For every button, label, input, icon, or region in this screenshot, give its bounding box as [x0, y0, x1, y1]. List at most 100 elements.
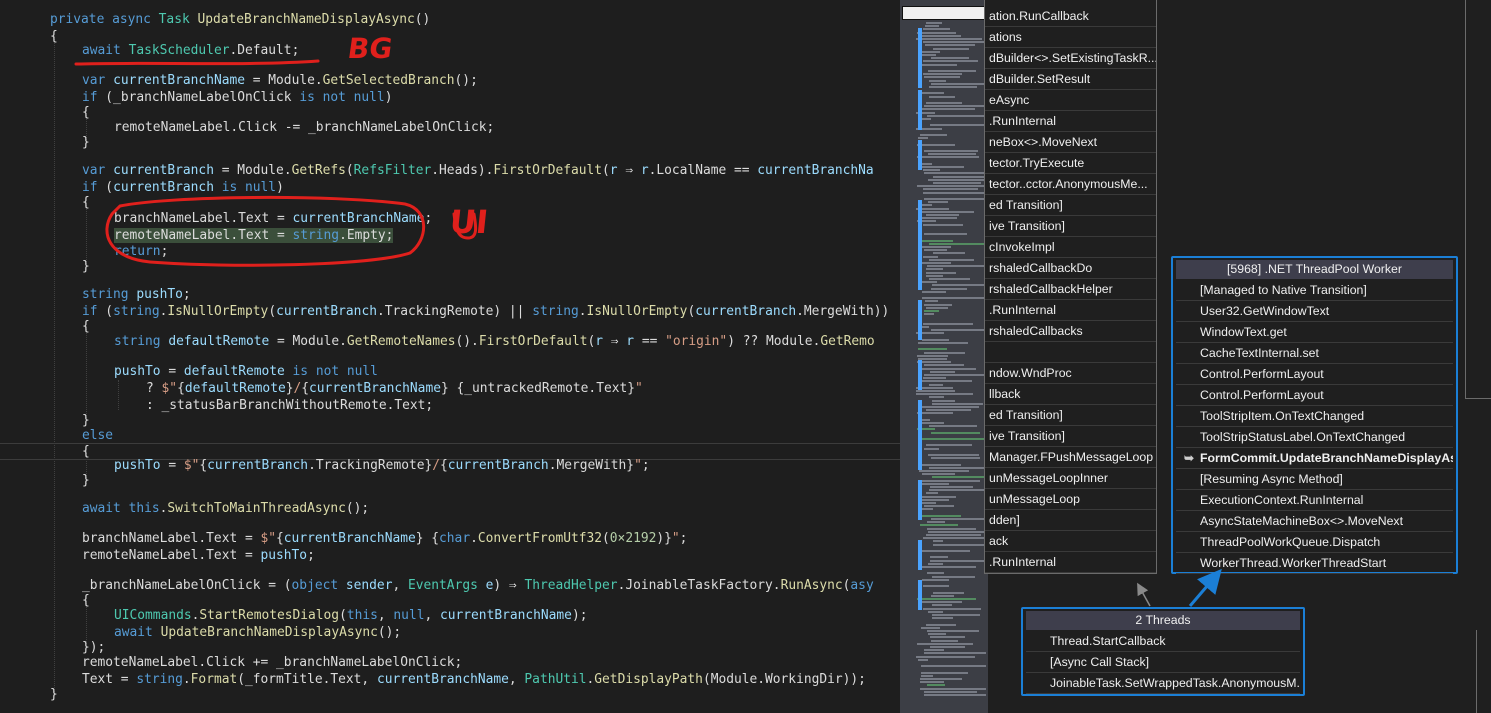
minimap-code-line — [921, 50, 940, 53]
minimap-code-line — [923, 169, 940, 172]
minimap-change-marker — [918, 580, 922, 610]
minimap-code-line — [926, 306, 948, 309]
minimap-code-line — [921, 550, 970, 552]
minimap-code-line — [927, 114, 986, 117]
minimap-code-line — [918, 495, 956, 498]
minimap-code-line — [922, 578, 949, 581]
minimap-code-line — [918, 498, 949, 501]
minimap-code-line — [920, 210, 974, 213]
minimap-code-line — [926, 102, 962, 104]
parallel-stacks-window[interactable]: ation.RunCallback ations dBuilder<>.SetExi… — [984, 0, 1491, 713]
minimap-code-line — [932, 402, 983, 405]
minimap-code-line — [927, 265, 984, 268]
ui-annotation: UI — [448, 203, 490, 241]
minimap-change-marker — [918, 200, 922, 290]
minimap-code-line — [926, 271, 956, 274]
minimap-code-line — [922, 281, 937, 284]
minimap-code-line — [928, 178, 985, 181]
minimap-code-line — [924, 652, 986, 655]
minimap-code-line — [921, 162, 932, 165]
minimap-code-line — [931, 457, 980, 460]
minimap-code-line — [921, 674, 933, 677]
minimap-code-line — [933, 591, 964, 594]
minimap-code-line — [933, 175, 986, 178]
minimap-code-line — [918, 601, 962, 604]
minimap-code-line — [920, 687, 986, 690]
minimap-code-line — [927, 630, 979, 632]
minimap-change-marker — [918, 90, 922, 130]
minimap-code-line — [925, 300, 938, 303]
minimap-code-line — [928, 454, 979, 456]
minimap-code-line — [921, 514, 961, 517]
minimap-code-line — [923, 223, 963, 226]
minimap-code-line — [931, 594, 954, 597]
minimap-code-line — [924, 150, 978, 152]
minimap-code-line — [928, 633, 946, 636]
minimap-code-line — [933, 543, 986, 546]
minimap-code-line — [921, 479, 980, 482]
minimap-code-line — [923, 537, 985, 540]
code-minimap[interactable] — [900, 0, 988, 713]
minimap-code-line — [926, 22, 942, 24]
minimap-code-line — [930, 636, 965, 639]
minimap-viewport[interactable] — [902, 6, 988, 20]
minimap-code-line — [918, 342, 968, 344]
minimap-change-marker — [918, 480, 922, 520]
minimap-code-line — [921, 665, 986, 668]
minimap-code-line — [929, 466, 986, 469]
minimap-code-line — [924, 364, 964, 367]
minimap-code-line — [923, 73, 962, 76]
minimap-code-line — [924, 76, 960, 79]
minimap-code-line — [919, 380, 972, 383]
minimap-code-line — [918, 108, 975, 111]
minimap-code-line — [929, 79, 946, 82]
code-editor[interactable]: private async Task UpdateBranchNameDispl… — [0, 0, 900, 713]
minimap-code-line — [931, 57, 969, 60]
minimap-code-line — [918, 658, 928, 661]
minimap-code-line — [928, 201, 948, 204]
minimap-code-line — [922, 262, 951, 264]
minimap-code-line — [929, 396, 944, 399]
minimap-code-line — [925, 44, 975, 47]
minimap-code-line — [924, 313, 934, 316]
minimap-code-line — [924, 374, 985, 376]
minimap-code-line — [923, 585, 949, 588]
minimap-code-line — [917, 642, 973, 645]
minimap-code-line — [929, 258, 974, 261]
minimap-code-line — [917, 185, 985, 188]
minimap-code-line — [917, 31, 956, 34]
minimap-code-line — [918, 34, 961, 37]
minimap-code-line — [922, 290, 946, 293]
minimap-code-line — [924, 233, 967, 236]
minimap-code-line — [926, 268, 943, 271]
minimap-code-line — [922, 297, 986, 300]
minimap-code-line — [923, 255, 938, 258]
minimap-code-line — [931, 287, 967, 290]
minimap-code-line — [930, 370, 955, 373]
minimap-code-line — [928, 610, 943, 613]
minimap-code-line — [917, 143, 955, 146]
minimap-code-line — [931, 82, 986, 85]
minimap-code-line — [918, 566, 976, 568]
minimap-code-line — [924, 351, 965, 354]
minimap-code-line — [930, 556, 948, 559]
minimap-code-line — [917, 412, 953, 415]
minimap-code-line — [931, 639, 958, 642]
minimap-code-line — [924, 649, 944, 652]
minimap-code-line — [931, 329, 986, 332]
minimap-code-line — [933, 540, 943, 543]
minimap-code-line — [928, 153, 976, 156]
minimap-code-line — [921, 438, 986, 440]
minimap-code-line — [927, 684, 945, 687]
minimap-change-marker — [918, 300, 922, 340]
minimap-code-line — [922, 367, 976, 370]
minimap-code-line — [930, 486, 973, 488]
minimap-code-line — [921, 463, 961, 466]
minimap-code-line — [932, 617, 953, 620]
minimap-code-line — [926, 274, 943, 277]
minimap-code-line — [930, 559, 986, 562]
minimap-code-line — [916, 655, 975, 658]
minimap-code-line — [932, 614, 980, 616]
minimap-code-line — [927, 521, 945, 524]
minimap-code-line — [923, 607, 981, 610]
